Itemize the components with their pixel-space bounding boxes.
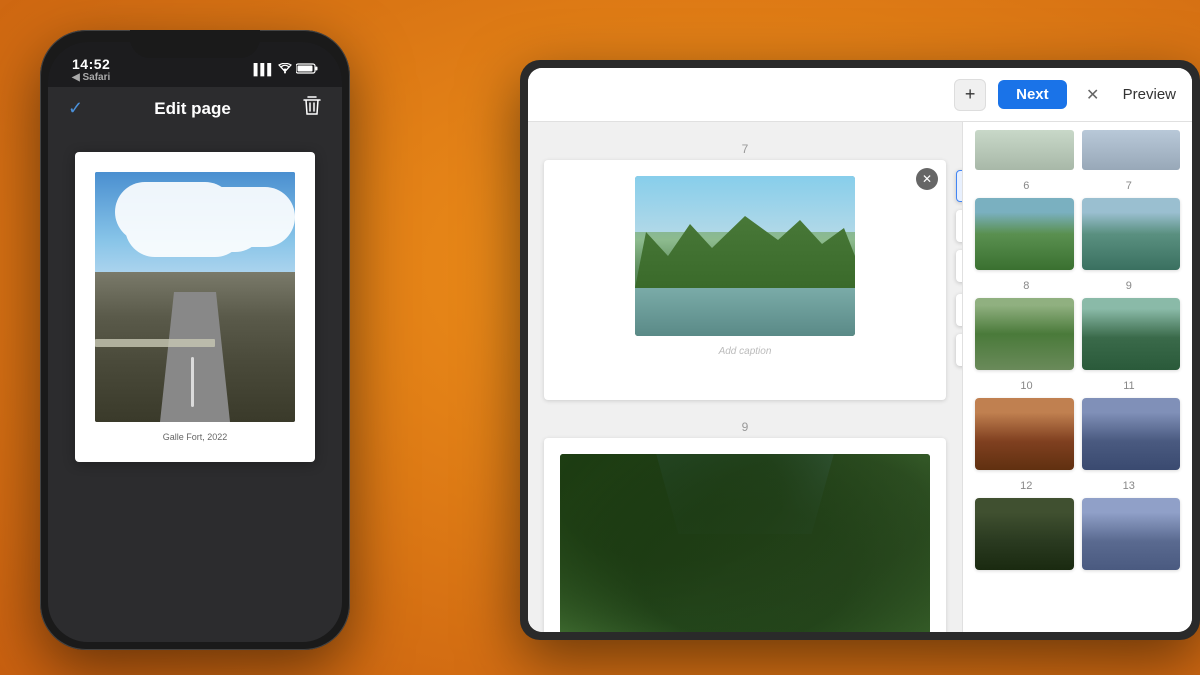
- tablet-toolbar: + Next ✕ Preview: [528, 68, 1192, 122]
- preview-label: Preview: [1123, 86, 1176, 103]
- photo-tool-icon[interactable]: [956, 170, 962, 202]
- panel-thumb-13[interactable]: [1082, 498, 1181, 570]
- editor-page-7-photo: [635, 176, 855, 336]
- panel-thumb-9[interactable]: [1082, 298, 1181, 370]
- phone-edit-page-title: Edit page: [154, 99, 231, 119]
- phone-time: 14:52: [72, 56, 110, 72]
- wifi-icon: [278, 63, 292, 77]
- tablet-editor[interactable]: 7 ✕ Add caption: [528, 122, 962, 632]
- panel-thumb-6[interactable]: [975, 198, 1074, 270]
- page-7-section: 7 ✕ Add caption: [544, 142, 946, 400]
- thumb-partial-2[interactable]: [1082, 130, 1181, 170]
- tablet-device: + Next ✕ Preview 7 ✕: [520, 60, 1200, 640]
- tree-overlay: [560, 454, 930, 632]
- close-button[interactable]: ✕: [1079, 81, 1107, 109]
- phone-status-icons: ▌▌▌: [254, 63, 318, 77]
- panel-num-11: 11: [1123, 380, 1134, 392]
- panel-thumb-8[interactable]: [975, 298, 1074, 370]
- panel-thumbs-8-9: [975, 298, 1180, 370]
- add-button[interactable]: +: [954, 79, 986, 111]
- photo-tool-3-icon[interactable]: [956, 250, 962, 282]
- page-9-number: 9: [544, 420, 946, 434]
- panel-numbers-10-11: 10 11: [975, 380, 1180, 392]
- phone-check-icon[interactable]: ✓: [68, 98, 83, 119]
- editor-tools-panel: T ↕: [956, 170, 962, 366]
- tablet-panel[interactable]: 6 7 8 9: [962, 122, 1192, 632]
- road-line: [191, 357, 194, 407]
- battery-icon: [296, 63, 318, 77]
- editor-page-9-content: [544, 438, 946, 632]
- photo-tool-2-icon[interactable]: [956, 210, 962, 242]
- photo-water: [635, 288, 855, 336]
- phone-status-left: 14:52 ◀ Safari: [72, 56, 110, 83]
- page-7-number: 7: [544, 142, 946, 156]
- panel-row-8-9: 8 9: [975, 280, 1180, 370]
- panel-thumb-7[interactable]: [1082, 198, 1181, 270]
- editor-page-7-caption[interactable]: Add caption: [560, 346, 930, 357]
- phone-photo: [95, 172, 295, 422]
- signal-icon: ▌▌▌: [254, 64, 274, 76]
- phone-notch: [130, 30, 260, 58]
- panel-row-6-7: 6 7: [975, 180, 1180, 270]
- panel-thumb-12[interactable]: [975, 498, 1074, 570]
- phone-nav-bar: ✓ Edit page: [48, 87, 342, 132]
- phone-safari-label: ◀ Safari: [72, 72, 110, 83]
- layout-tool-icon[interactable]: [956, 294, 962, 326]
- panel-thumb-10[interactable]: [975, 398, 1074, 470]
- panel-num-13: 13: [1123, 480, 1135, 492]
- tablet-body: 7 ✕ Add caption: [528, 122, 1192, 632]
- panel-thumbs-10-11: [975, 398, 1180, 470]
- panel-num-12: 12: [1020, 480, 1032, 492]
- panel-numbers-12-13: 12 13: [975, 480, 1180, 492]
- panel-num-10: 10: [1020, 380, 1032, 392]
- trees-up-scene: [560, 454, 930, 632]
- phone-trash-icon[interactable]: [302, 95, 322, 122]
- panel-num-6: 6: [1023, 180, 1029, 192]
- editor-page-7-content: Add caption: [544, 160, 946, 400]
- panel-thumbs-12-13: [975, 498, 1180, 570]
- editor-page-9-photo: [560, 454, 930, 632]
- panel-thumb-11[interactable]: [1082, 398, 1181, 470]
- text-tool-icon[interactable]: T ↕: [956, 334, 962, 366]
- panel-top-partial: [975, 122, 1180, 170]
- panel-numbers-8-9: 8 9: [975, 280, 1180, 292]
- fence: [95, 339, 215, 347]
- panel-row-10-11: 10 11: [975, 380, 1180, 470]
- panel-thumbs-6-7: [975, 198, 1180, 270]
- nature-photo-scene: [635, 176, 855, 336]
- phone-page: Galle Fort, 2022: [75, 152, 315, 462]
- tablet-screen: + Next ✕ Preview 7 ✕: [528, 68, 1192, 632]
- panel-numbers-6-7: 6 7: [975, 180, 1180, 192]
- page-9-section: 9: [544, 420, 946, 632]
- phone-content: Galle Fort, 2022: [48, 132, 342, 642]
- page-7-close-button[interactable]: ✕: [916, 168, 938, 190]
- panel-top-partial-thumbs: [975, 130, 1180, 170]
- panel-num-9: 9: [1126, 280, 1132, 292]
- phone-page-caption: Galle Fort, 2022: [163, 432, 228, 442]
- editor-page-9: [544, 438, 946, 632]
- thumb-partial-1[interactable]: [975, 130, 1074, 170]
- panel-row-12-13: 12 13: [975, 480, 1180, 570]
- phone-photo-clouds: [115, 182, 235, 242]
- phone-device: 14:52 ◀ Safari ▌▌▌: [40, 30, 350, 650]
- editor-page-7: ✕ Add caption: [544, 160, 946, 400]
- phone-screen: 14:52 ◀ Safari ▌▌▌: [48, 42, 342, 642]
- panel-num-8: 8: [1023, 280, 1029, 292]
- next-button[interactable]: Next: [998, 80, 1067, 109]
- panel-num-7: 7: [1126, 180, 1132, 192]
